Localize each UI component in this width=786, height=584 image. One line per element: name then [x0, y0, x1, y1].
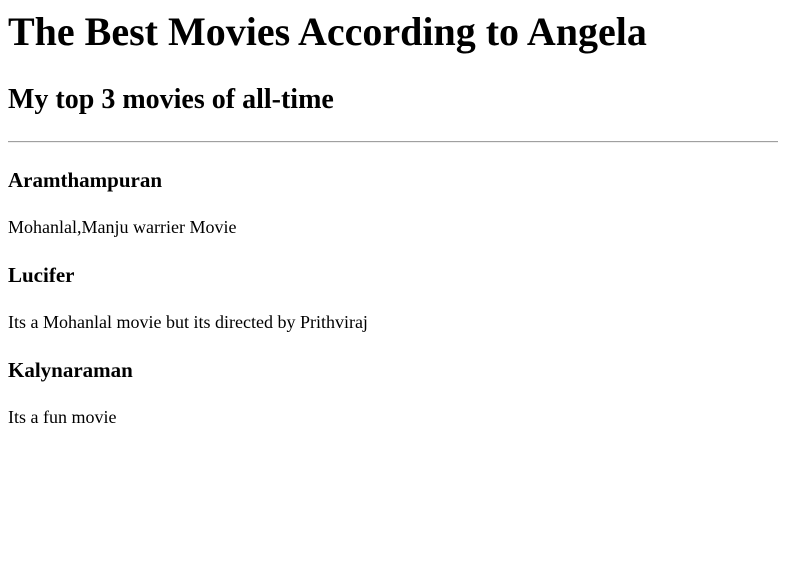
page-subtitle: My top 3 movies of all-time	[8, 84, 334, 115]
movie-title: Kalynaraman	[8, 358, 133, 382]
movie-title: Aramthampuran	[8, 168, 163, 192]
movie-entry-2: Lucifer Its a Mohanlal movie but its dir…	[8, 238, 778, 333]
page-content: The Best Movies According to Angela My t…	[0, 0, 786, 428]
movie-title: Lucifer	[8, 263, 75, 287]
movie-description: Mohanlal,Manju warrier Movie	[8, 217, 237, 237]
movie-description: Its a Mohanlal movie but its directed by…	[8, 312, 368, 332]
movie-entry-1: Aramthampuran Mohanlal,Manju warrier Mov…	[8, 143, 778, 238]
page-title: The Best Movies According to Angela	[8, 9, 647, 54]
movie-entry-3: Kalynaraman Its a fun movie	[8, 333, 778, 428]
movie-description: Its a fun movie	[8, 407, 117, 427]
